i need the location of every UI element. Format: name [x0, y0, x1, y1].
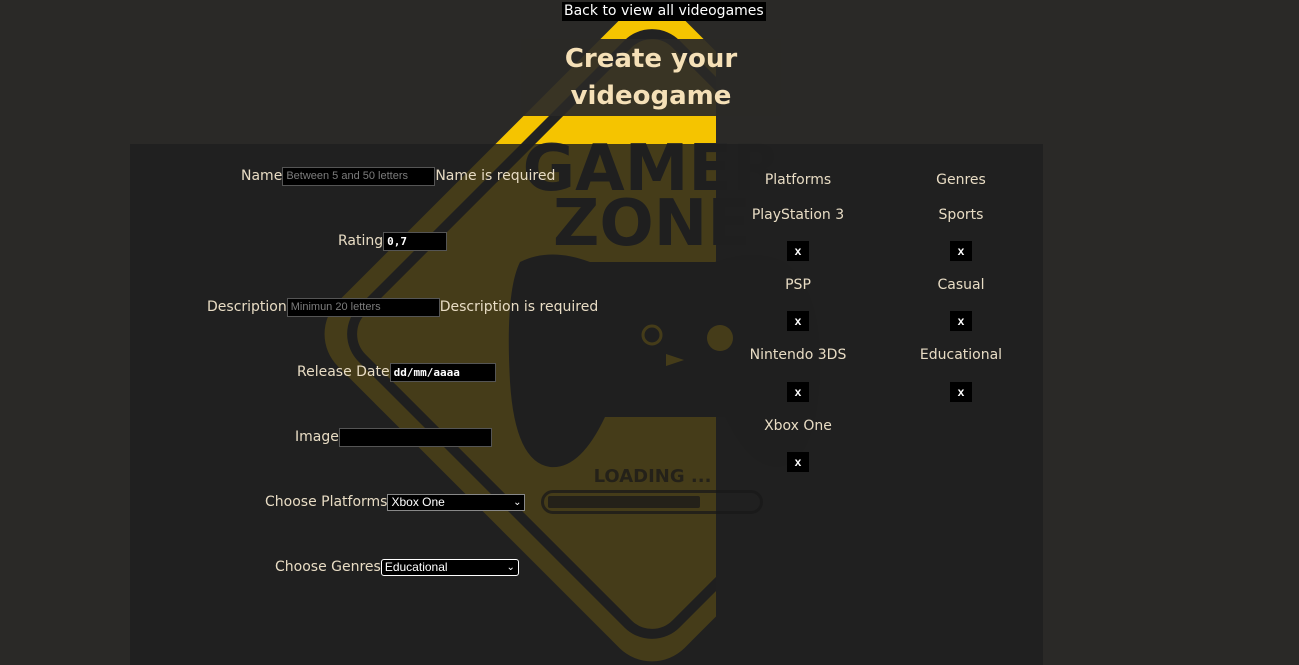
- genre-item-label: Educational: [919, 347, 1003, 363]
- image-label: Image: [295, 429, 339, 445]
- name-label: Name: [241, 168, 283, 184]
- remove-platform-button[interactable]: x: [787, 311, 809, 331]
- genre-item-label: Sports: [938, 207, 984, 223]
- title-container: Create your videogame: [521, 39, 781, 116]
- choose-genres-label: Choose Genres: [275, 559, 381, 575]
- name-row: Name Between 5 and 50 letters Name is re…: [241, 166, 555, 186]
- loading-progress-bar: [541, 490, 763, 514]
- name-error: Name is required: [435, 168, 556, 184]
- remove-platform-button[interactable]: x: [787, 241, 809, 261]
- description-label: Description: [207, 299, 287, 315]
- rating-input[interactable]: 0,7: [383, 231, 448, 251]
- loading-progress-fill: [548, 496, 700, 508]
- platform-item-label: Xbox One: [764, 418, 832, 434]
- remove-platform-button[interactable]: x: [787, 452, 809, 472]
- genres-selected-value: Educational: [384, 559, 448, 574]
- release-date-input[interactable]: dd/mm/aaaa: [389, 362, 496, 382]
- image-row: Image: [295, 427, 492, 447]
- remove-genre-button[interactable]: x: [950, 241, 972, 261]
- chevron-down-icon: ⌄: [513, 496, 522, 508]
- choose-platforms-label: Choose Platforms: [265, 494, 388, 510]
- platforms-list-title: Platforms: [764, 172, 832, 188]
- description-error: Description is required: [439, 299, 599, 315]
- platforms-select-row: Choose Platforms Xbox One ⌄: [265, 492, 526, 512]
- page-title: Create your videogame: [564, 43, 738, 111]
- platform-item-label: PlayStation 3: [751, 207, 845, 223]
- platform-item-label: Nintendo 3DS: [749, 347, 847, 363]
- image-input[interactable]: [338, 427, 492, 447]
- genres-select-row: Choose Genres Educational ⌄: [275, 557, 519, 577]
- rating-row: Rating 0,7: [338, 231, 448, 251]
- platform-item-label: PSP: [785, 277, 811, 293]
- name-input[interactable]: Between 5 and 50 letters: [282, 166, 436, 186]
- rating-label: Rating: [338, 233, 384, 249]
- release-date-label: Release Date: [297, 364, 390, 380]
- description-input[interactable]: Minimun 20 letters: [286, 297, 440, 317]
- remove-genre-button[interactable]: x: [950, 382, 972, 402]
- remove-genre-button[interactable]: x: [950, 311, 972, 331]
- platforms-select[interactable]: Xbox One ⌄: [387, 493, 526, 511]
- loading-text: LOADING ...: [593, 466, 712, 487]
- genres-list-title: Genres: [936, 172, 986, 188]
- release-date-row: Release Date dd/mm/aaaa: [297, 362, 496, 382]
- genres-select[interactable]: Educational ⌄: [380, 558, 519, 576]
- back-to-videogames-link[interactable]: Back to view all videogames: [562, 2, 766, 21]
- chevron-down-icon: ⌄: [506, 561, 515, 573]
- description-row: Description Minimun 20 letters Descripti…: [207, 297, 598, 317]
- platforms-selected-value: Xbox One: [391, 494, 445, 509]
- remove-platform-button[interactable]: x: [787, 382, 809, 402]
- genre-item-label: Casual: [937, 277, 985, 293]
